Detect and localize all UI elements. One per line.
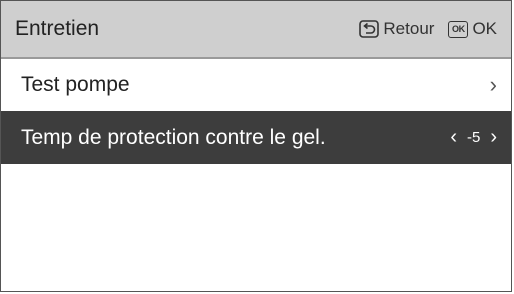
maintenance-screen: Entretien Retour OK OK Test pompe › Temp…	[0, 0, 512, 292]
chevron-right-icon: ›	[489, 72, 497, 97]
menu-item-test-pompe[interactable]: Test pompe ›	[1, 59, 511, 111]
header-bar: Entretien Retour OK OK	[1, 1, 511, 57]
value-stepper[interactable]: ‹ -5 ›	[450, 126, 497, 149]
menu-item-label: Temp de protection contre le gel.	[21, 125, 326, 149]
back-icon	[359, 20, 380, 38]
frost-temp-value: -5	[466, 129, 481, 146]
chevron-left-icon[interactable]: ‹	[450, 126, 457, 149]
ok-label: OK	[472, 19, 497, 38]
back-button[interactable]: Retour	[359, 19, 434, 39]
chevron-right-icon[interactable]: ›	[490, 126, 497, 149]
back-label: Retour	[383, 19, 435, 38]
menu-item-label: Test pompe	[21, 73, 130, 96]
menu-item-frost-protection[interactable]: Temp de protection contre le gel. ‹ -5 ›	[1, 111, 511, 164]
ok-button[interactable]: OK OK	[448, 19, 497, 39]
header-actions: Retour OK OK	[359, 19, 497, 39]
page-title: Entretien	[15, 17, 100, 40]
ok-icon: OK	[448, 20, 469, 38]
